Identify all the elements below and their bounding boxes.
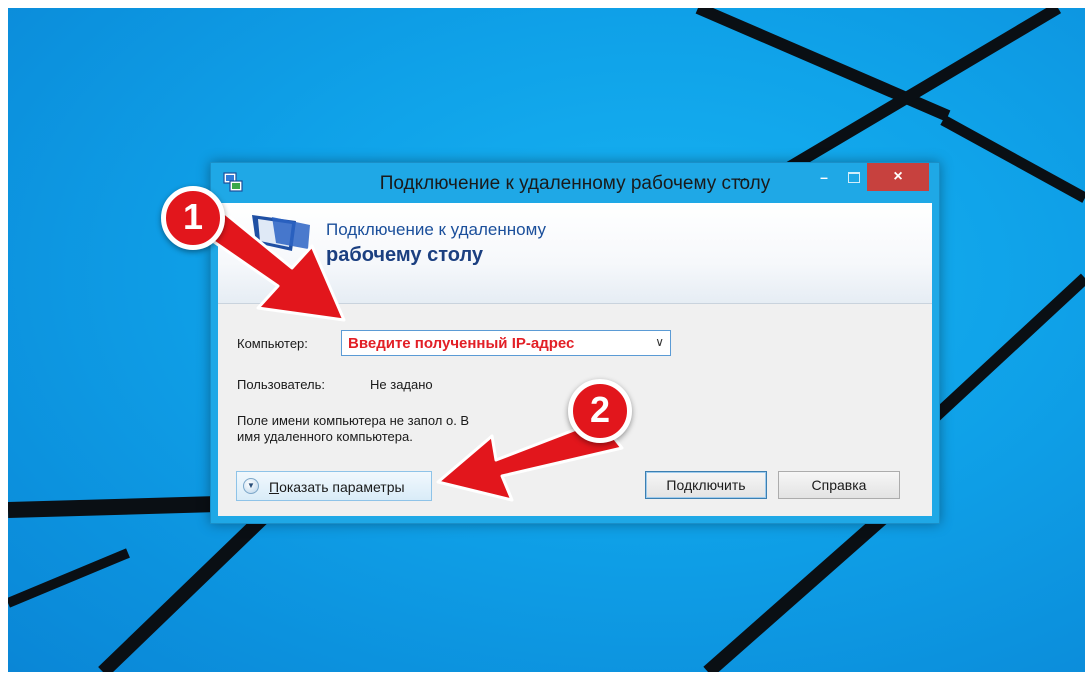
annotation-badge-2: 2 <box>568 379 632 443</box>
annotation-arrows <box>186 204 624 502</box>
annotation-badge-1: 1 <box>161 186 225 250</box>
